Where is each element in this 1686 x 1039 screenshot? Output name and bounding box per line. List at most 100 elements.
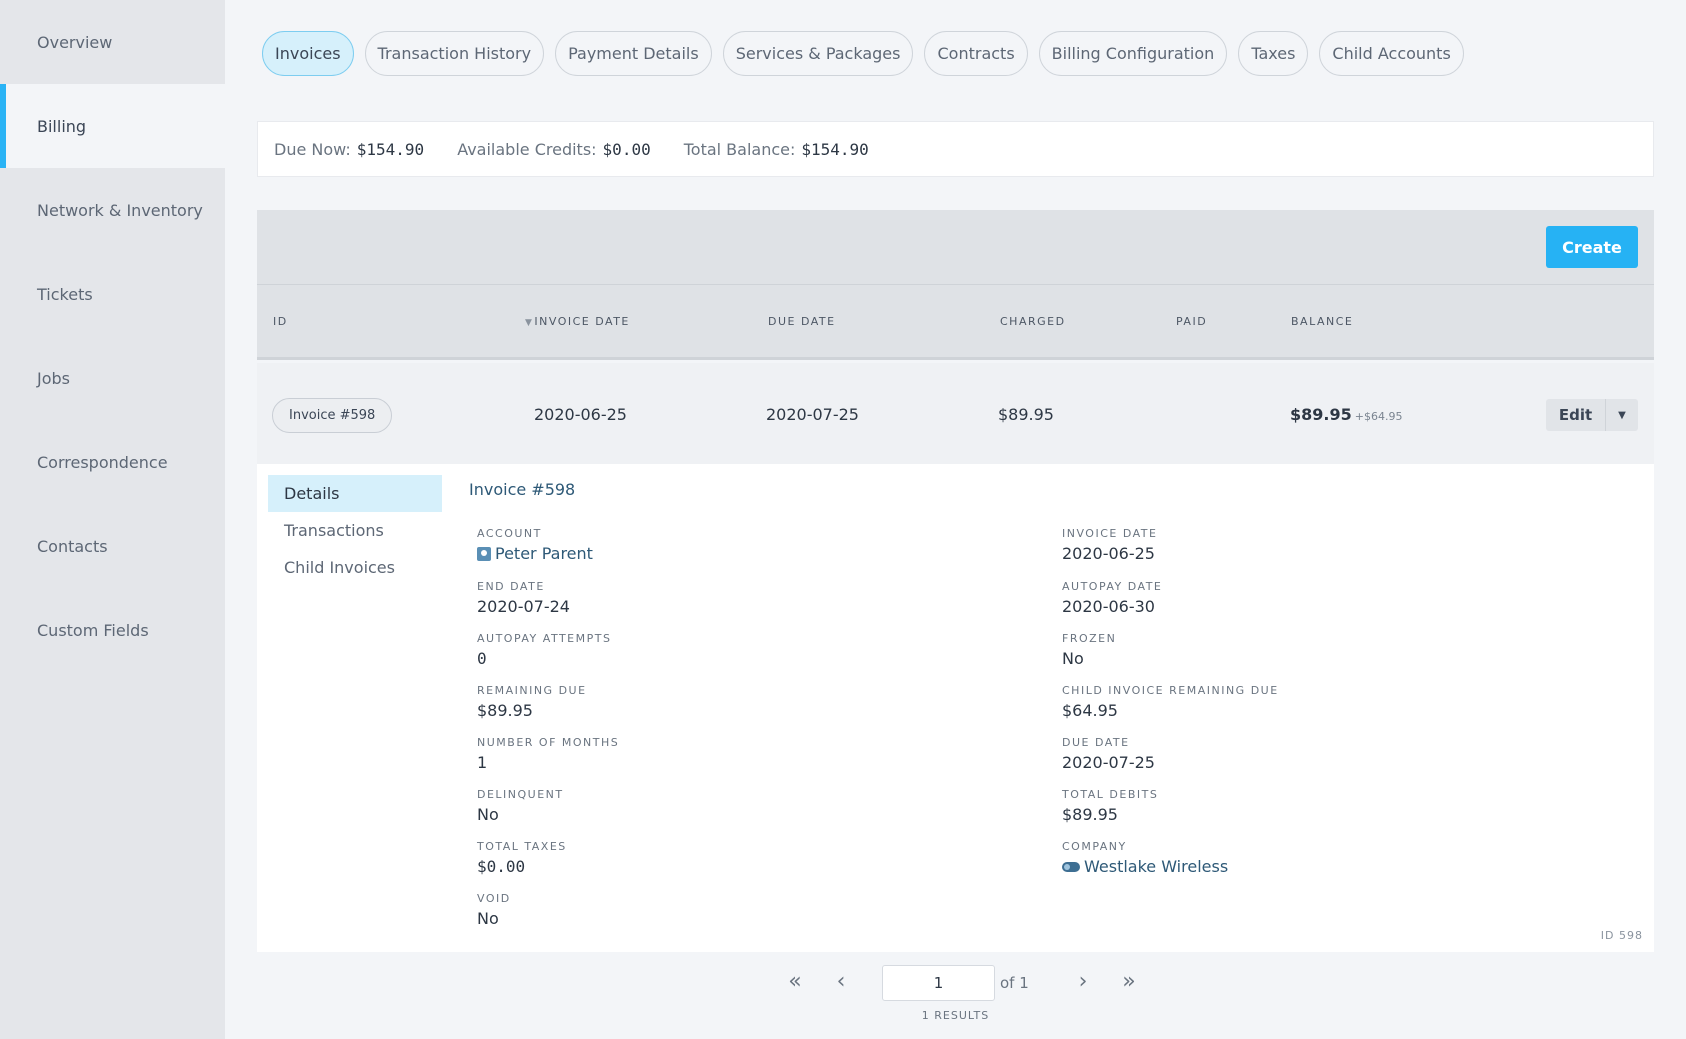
pagination: « ‹ of 1 › »: [257, 965, 1654, 1001]
field-total-debits: Total Debits $89.95: [1062, 788, 1158, 824]
column-header-paid[interactable]: PAID: [1176, 315, 1207, 328]
sidebar-item-label: Tickets: [37, 284, 93, 304]
field-delinquent: Delinquent No: [477, 788, 564, 824]
detail-nav: Details Transactions Child Invoices: [268, 475, 442, 586]
table-header: ID ▼INVOICE DATE DUE DATE CHARGED PAID B…: [257, 285, 1654, 360]
tab-invoices[interactable]: Invoices: [262, 31, 354, 76]
field-label: Number of Months: [477, 736, 620, 749]
field-frozen: Frozen No: [1062, 632, 1116, 668]
record-id: ID 598: [1600, 929, 1643, 942]
field-value: 0: [477, 649, 487, 668]
column-header-due-date[interactable]: DUE DATE: [768, 315, 836, 328]
detail-nav-details[interactable]: Details: [268, 475, 442, 512]
field-label: Void: [477, 892, 511, 905]
field-label: Due Date: [1062, 736, 1130, 749]
create-button[interactable]: Create: [1546, 226, 1638, 268]
invoice-id-pill[interactable]: Invoice #598: [272, 398, 393, 433]
row-due-date: 2020-07-25: [766, 405, 859, 424]
field-label: Autopay Attempts: [477, 632, 612, 645]
sidebar-item-correspondence[interactable]: Correspondence: [0, 420, 225, 504]
field-label: Delinquent: [477, 788, 564, 801]
sort-desc-icon: ▼: [525, 318, 534, 328]
page-number-input[interactable]: [882, 965, 995, 1001]
row-balance-value: $89.95: [1290, 405, 1352, 424]
field-label: Child Invoice Remaining Due: [1062, 684, 1279, 697]
tab-contracts[interactable]: Contracts: [924, 31, 1028, 76]
field-value: 2020-06-25: [1062, 544, 1155, 563]
field-value: $89.95: [477, 701, 533, 720]
sidebar-item-label: Correspondence: [37, 452, 168, 472]
edit-button[interactable]: Edit: [1546, 399, 1606, 431]
field-label: Account: [477, 527, 542, 540]
sidebar-item-custom-fields[interactable]: Custom Fields: [0, 588, 225, 672]
tab-billing-configuration[interactable]: Billing Configuration: [1038, 31, 1228, 76]
column-header-invoice-date[interactable]: ▼INVOICE DATE: [525, 315, 630, 328]
field-value: No: [477, 805, 499, 824]
sidebar-item-label: Overview: [37, 32, 113, 52]
field-number-of-months: Number of Months 1: [477, 736, 619, 772]
tab-transaction-history[interactable]: Transaction History: [364, 31, 545, 76]
sidebar-item-overview[interactable]: Overview: [0, 0, 225, 84]
field-remaining-due: Remaining Due $89.95: [477, 684, 587, 720]
tab-child-accounts[interactable]: Child Accounts: [1319, 31, 1464, 76]
next-page-icon[interactable]: ›: [1069, 969, 1097, 994]
field-value: $0.00: [477, 857, 526, 876]
table-row[interactable]: Invoice #598 2020-06-25 2020-07-25 $89.9…: [257, 363, 1654, 464]
detail-nav-child-invoices[interactable]: Child Invoices: [268, 549, 442, 586]
field-value: $89.95: [1062, 805, 1118, 824]
company-link[interactable]: Westlake Wireless: [1062, 857, 1228, 876]
tab-taxes[interactable]: Taxes: [1238, 31, 1309, 76]
field-total-taxes: Total Taxes $0.00: [477, 840, 567, 876]
account-link[interactable]: Peter Parent: [477, 544, 593, 563]
available-credits: Available Credits: $0.00: [457, 140, 651, 159]
invoice-detail-panel: Details Transactions Child Invoices Invo…: [257, 464, 1654, 952]
column-header-balance[interactable]: BALANCE: [1291, 315, 1353, 328]
column-header-charged[interactable]: CHARGED: [1000, 315, 1066, 328]
results-count: 1 RESULTS: [921, 1009, 990, 1022]
field-label: Invoice Date: [1062, 527, 1158, 540]
field-value: $64.95: [1062, 701, 1118, 720]
sidebar-item-label: Custom Fields: [37, 620, 149, 640]
first-page-icon[interactable]: «: [781, 969, 809, 994]
row-charged: $89.95: [998, 405, 1054, 424]
chevron-down-icon: ▼: [1618, 409, 1626, 421]
field-end-date: End Date 2020-07-24: [477, 580, 570, 616]
balance-summary: Due Now: $154.90 Available Credits: $0.00 …: [257, 121, 1654, 177]
account-value: Peter Parent: [495, 544, 593, 563]
field-label: Frozen: [1062, 632, 1117, 645]
tab-payment-details[interactable]: Payment Details: [555, 31, 712, 76]
row-invoice-date: 2020-06-25: [534, 405, 627, 424]
due-now: Due Now: $154.90: [274, 140, 424, 159]
sidebar-item-network-inventory[interactable]: Network & Inventory: [0, 168, 225, 252]
sidebar-item-billing[interactable]: Billing: [0, 84, 225, 168]
prev-page-icon[interactable]: ‹: [827, 969, 855, 994]
total-balance: Total Balance: $154.90: [684, 140, 869, 159]
total-balance-value: $154.90: [801, 139, 869, 159]
field-label: Total Taxes: [477, 840, 567, 853]
field-label: Autopay Date: [1062, 580, 1163, 593]
edit-button-group: Edit ▼: [1546, 399, 1638, 431]
detail-nav-transactions[interactable]: Transactions: [268, 512, 442, 549]
field-value: No: [477, 909, 499, 928]
row-balance: $89.95 +$64.95: [1290, 405, 1402, 424]
field-company: Company Westlake Wireless: [1062, 840, 1228, 876]
table-toolbar: Create: [257, 210, 1654, 285]
field-autopay-attempts: Autopay Attempts 0: [477, 632, 611, 668]
account-icon: [477, 546, 491, 561]
sidebar-item-tickets[interactable]: Tickets: [0, 252, 225, 336]
field-void: Void No: [477, 892, 511, 928]
sidebar-item-label: Contacts: [37, 536, 108, 556]
sidebar-item-contacts[interactable]: Contacts: [0, 504, 225, 588]
edit-dropdown-button[interactable]: ▼: [1606, 399, 1638, 431]
tab-services-packages[interactable]: Services & Packages: [722, 31, 914, 76]
sidebar-item-jobs[interactable]: Jobs: [0, 336, 225, 420]
field-child-invoice-remaining-due: Child Invoice Remaining Due $64.95: [1062, 684, 1279, 720]
field-value: No: [1062, 649, 1084, 668]
last-page-icon[interactable]: »: [1115, 969, 1143, 994]
column-header-id[interactable]: ID: [273, 315, 288, 328]
due-now-value: $154.90: [356, 139, 425, 159]
page-total: of 1: [1000, 974, 1029, 992]
field-label: End Date: [477, 580, 545, 593]
credits-label: Available Credits:: [457, 139, 597, 159]
field-value: 2020-07-25: [1062, 753, 1155, 772]
